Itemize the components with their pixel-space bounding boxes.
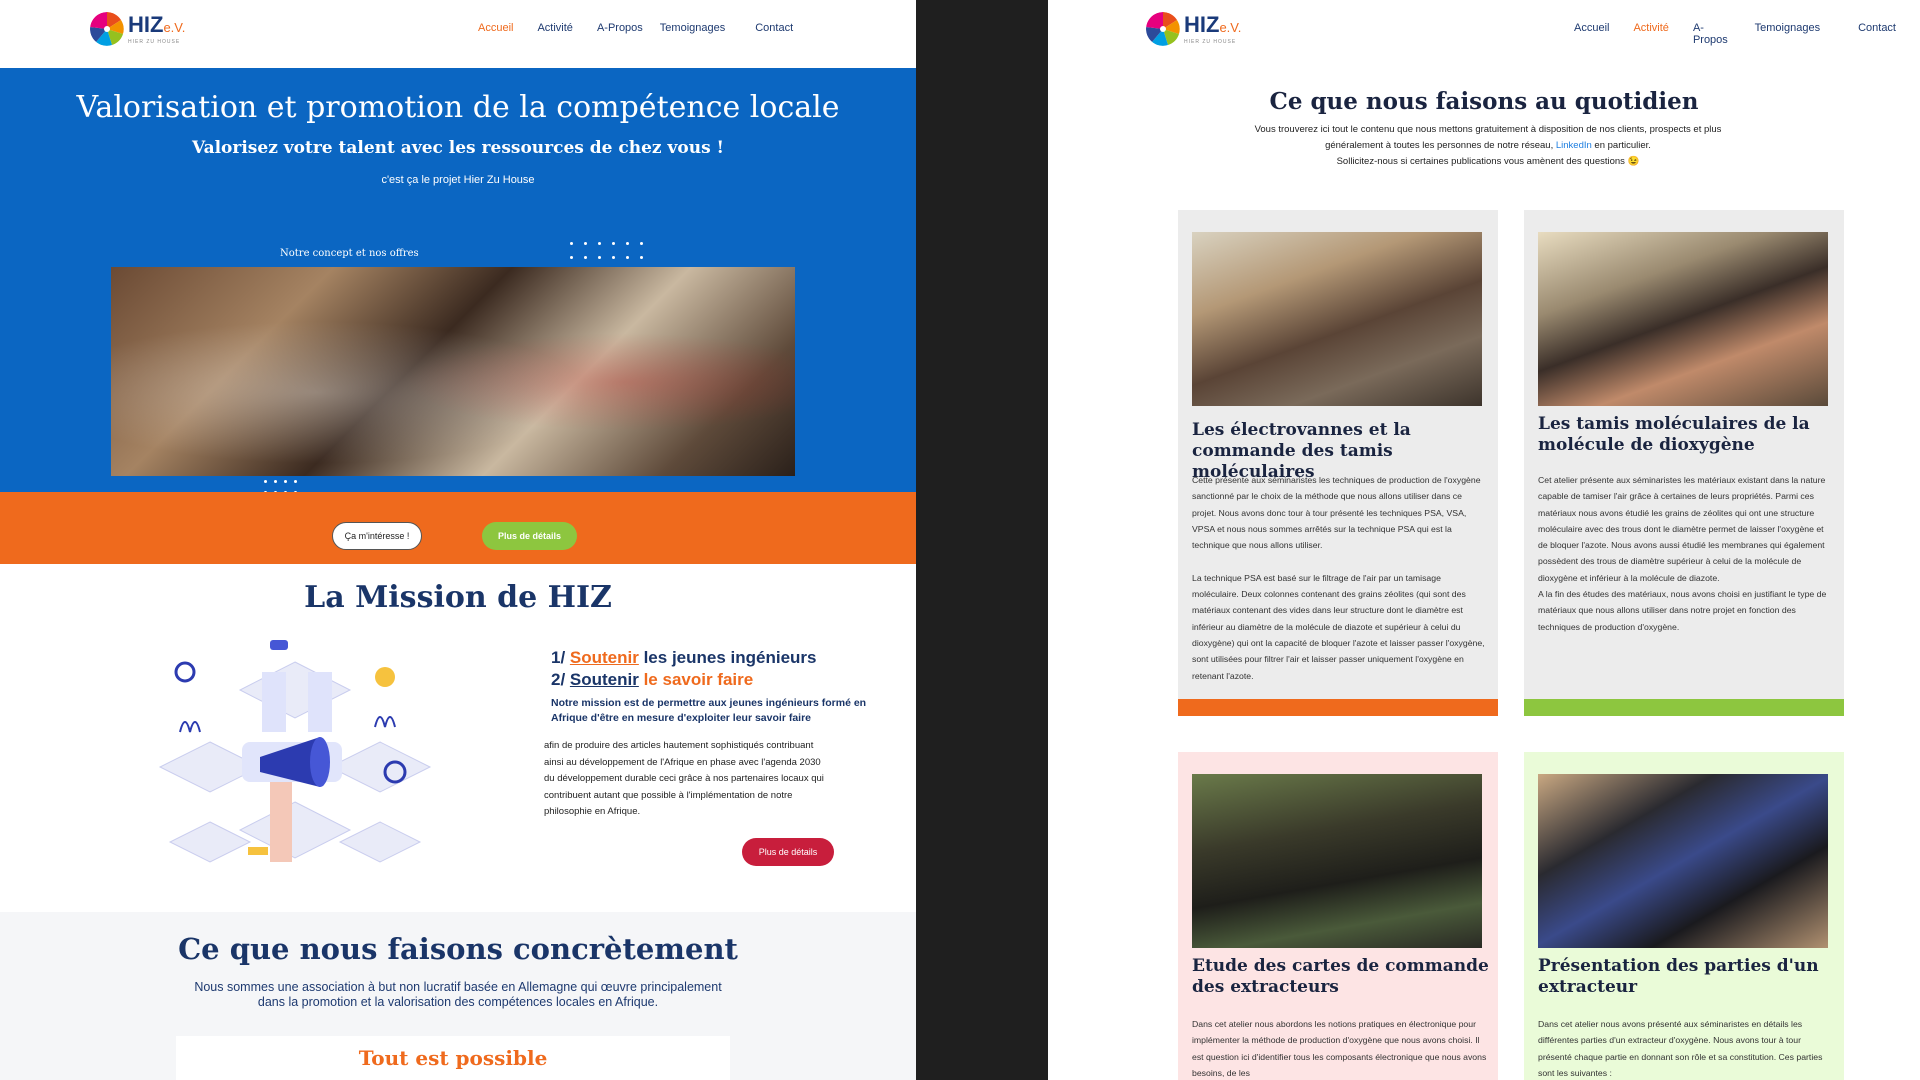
mission-statement: Notre mission est de permettre aux jeune… — [551, 697, 867, 724]
top-nav: HIZe.V. HIER ZU HOUSE Accueil Activité A… — [0, 0, 916, 68]
mission-point-2-text: le savoir faire — [638, 670, 754, 689]
concrete-title: Ce que nous faisons concrètement — [178, 932, 738, 966]
hero-subtitle: Valorisez votre talent avec les ressourc… — [191, 138, 725, 158]
mission-title: La Mission de HIZ — [304, 580, 612, 615]
card-photo-electrovannes — [1192, 232, 1482, 406]
soutenir-link-1[interactable]: Soutenir — [570, 648, 639, 667]
card-text: Dans cet atelier nous abordons les notio… — [1192, 1019, 1487, 1078]
activity-page-screenshot: HIZe.V. HIER ZU HOUSE Accueil Activité A… — [1048, 0, 1920, 1080]
card-accent-bar — [1524, 699, 1844, 716]
mission-details-button[interactable]: Plus de détails — [742, 838, 834, 866]
intro-question: Sollicitez-nous si certaines publication… — [1336, 156, 1640, 167]
nav-contact[interactable]: Contact — [755, 22, 793, 34]
mission-point-1-number: 1/ — [551, 648, 570, 667]
isometric-illustration — [150, 632, 440, 882]
card-title: Présentation des parties d'un extracteur — [1538, 956, 1819, 997]
logo-mosaic-icon — [90, 12, 124, 46]
nav-activite[interactable]: Activité — [537, 22, 572, 34]
mission-point-2-number: 2/ — [551, 670, 570, 689]
nav-menu: Accueil Activité A-Propos Temoignages Co… — [478, 22, 817, 34]
card-title: Les tamis moléculaires de la molécule de… — [1538, 414, 1810, 455]
card-accent-bar — [1178, 699, 1498, 716]
intro-text: Vous trouverez ici tout le contenu que n… — [1254, 124, 1722, 151]
concept-label: Notre concept et nos offres — [280, 248, 419, 259]
mission-point-1-text: les jeunes ingénieurs — [638, 648, 817, 667]
card-photo-extracteur — [1538, 774, 1828, 948]
hero-photo-workshop — [111, 267, 795, 476]
nav-apropos[interactable]: A-Propos — [1693, 22, 1738, 46]
card-text: Cet atelier présente aux séminaristes le… — [1538, 475, 1827, 632]
activity-title: Ce que nous faisons au quotidien — [1269, 88, 1699, 115]
hero-tagline: c'est ça le projet Hier Zu House — [381, 174, 535, 186]
linkedin-link[interactable]: LinkedIn — [1556, 140, 1592, 151]
logo-tagline: HIER ZU HOUSE — [1184, 38, 1237, 45]
card-text: Cette présente aux séminaristes les tech… — [1192, 475, 1485, 681]
tout-possible-title: Tout est possible — [358, 1046, 548, 1070]
logo-name: HIZ — [1184, 11, 1220, 37]
activity-card[interactable]: Les électrovannes et la commande des tam… — [1178, 210, 1498, 716]
card-text: Dans cet atelier nous avons présenté aux… — [1538, 1019, 1823, 1078]
nav-temoignages[interactable]: Temoignages — [1755, 22, 1820, 46]
nav-temoignages[interactable]: Temoignages — [660, 22, 725, 34]
activity-card[interactable]: Présentation des parties d'un extracteur… — [1524, 752, 1844, 1080]
card-photo-tamis — [1538, 232, 1828, 406]
top-nav-activity: HIZe.V. HIER ZU HOUSE Accueil Activité A… — [1048, 0, 1920, 68]
card-title: Etude des cartes de commande des extract… — [1192, 956, 1489, 997]
card-photo-cartes — [1192, 774, 1482, 948]
logo-mosaic-icon — [1146, 12, 1180, 46]
activity-card[interactable]: Les tamis moléculaires de la molécule de… — [1524, 210, 1844, 716]
homepage-screenshot: HIZe.V. HIER ZU HOUSE Accueil Activité A… — [0, 0, 916, 1080]
hero-section: Valorisation et promotion de la compéten… — [0, 68, 916, 505]
logo-suffix: e.V. — [1219, 19, 1242, 35]
logo-suffix: e.V. — [163, 19, 186, 35]
soutenir-link-2[interactable]: Soutenir — [570, 670, 639, 689]
details-button[interactable]: Plus de détails — [482, 522, 577, 550]
nav-menu-activity: Accueil Activité A-Propos Temoignages Co… — [1574, 22, 1920, 46]
hero-title: Valorisation et promotion de la compéten… — [76, 90, 840, 125]
interest-button[interactable]: Ça m'intéresse ! — [332, 522, 422, 550]
nav-accueil[interactable]: Accueil — [1574, 22, 1609, 46]
site-logo[interactable]: HIZe.V. HIER ZU HOUSE — [90, 12, 185, 46]
activity-card[interactable]: Etude des cartes de commande des extract… — [1178, 752, 1498, 1080]
nav-activite[interactable]: Activité — [1633, 22, 1668, 46]
logo-tagline: HIER ZU HOUSE — [128, 38, 181, 45]
cta-band — [0, 492, 916, 564]
mission-point-1: 1/ Soutenir les jeunes ingénieurs — [551, 648, 816, 668]
mission-body: afin de produire des articles hautement … — [544, 740, 824, 817]
nav-accueil[interactable]: Accueil — [478, 22, 513, 34]
mission-point-2: 2/ Soutenir le savoir faire — [551, 670, 753, 690]
nav-contact[interactable]: Contact — [1858, 22, 1896, 46]
decor-dots-top — [570, 242, 643, 259]
nav-apropos[interactable]: A-Propos — [597, 22, 643, 34]
intro-text-end: en particulier. — [1591, 140, 1651, 151]
site-logo-activity[interactable]: HIZe.V. HIER ZU HOUSE — [1146, 12, 1241, 46]
concrete-text: Nous sommes une association à but non lu… — [194, 980, 722, 1009]
logo-name: HIZ — [128, 11, 164, 37]
activity-intro: Vous trouverez ici tout le contenu que n… — [1228, 122, 1748, 170]
